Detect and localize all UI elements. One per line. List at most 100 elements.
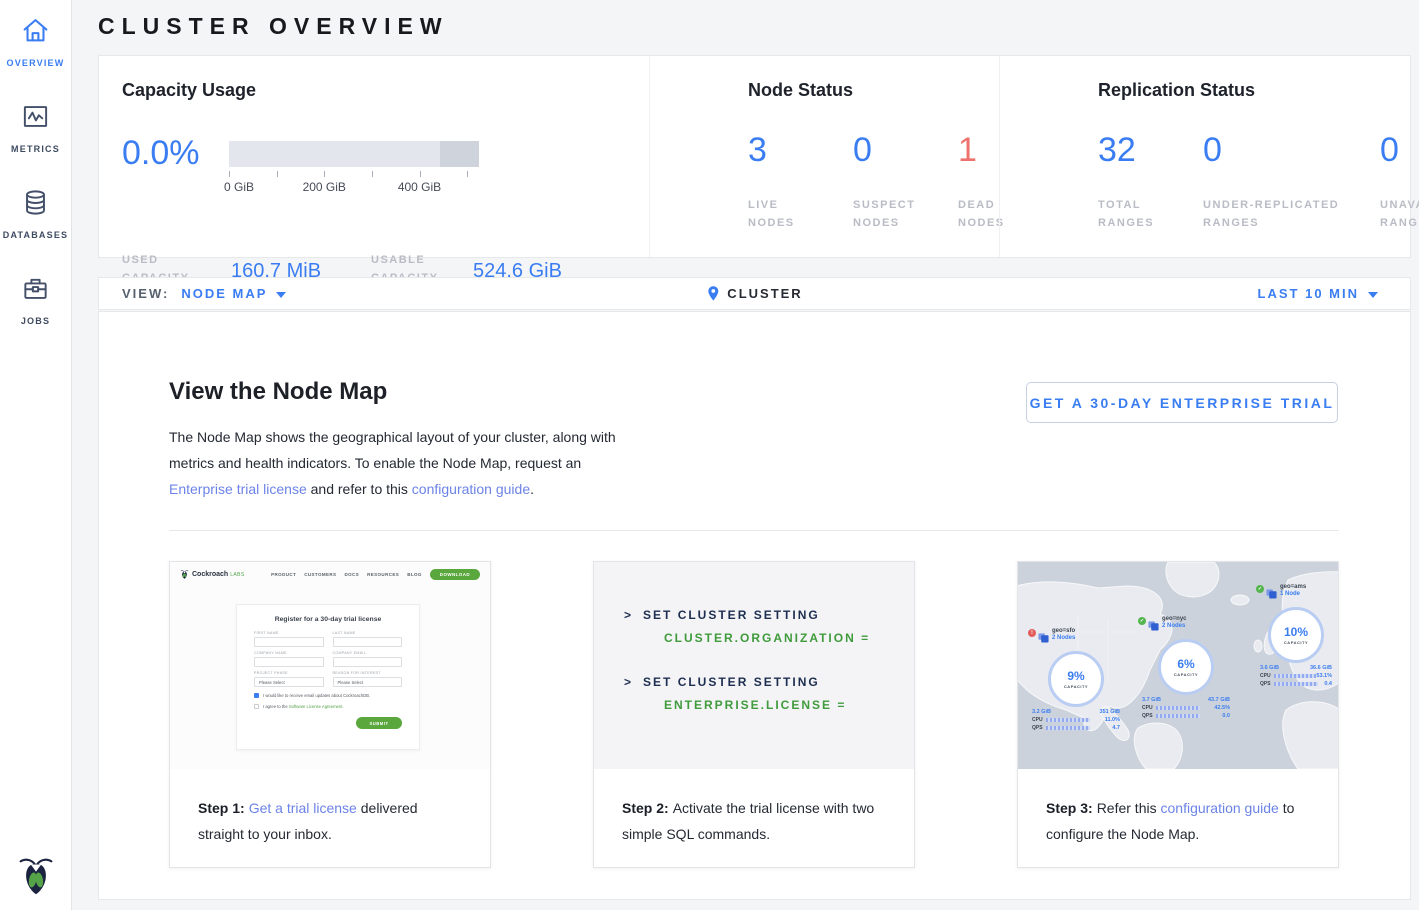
suspect-nodes-value: 0 — [853, 131, 958, 196]
step-text: Refer this — [1097, 800, 1161, 816]
mini-form-title: Register for a 30-day trial license — [254, 616, 402, 623]
configuration-guide-link[interactable]: configuration guide — [412, 481, 530, 497]
total-ranges-stat: 32 TOTAL RANGES — [1098, 131, 1203, 232]
capacity-gauge-ticks — [229, 171, 479, 180]
panel-title: View the Node Map — [169, 378, 387, 406]
cluster-breadcrumb-label: CLUSTER — [727, 286, 802, 301]
sidebar-item-databases[interactable]: DATABASES — [3, 188, 68, 240]
region-total: 351 GiB — [1100, 709, 1120, 715]
region-used: 3.6 GiB — [1260, 665, 1279, 671]
mini-nav-item: DOCS — [344, 572, 359, 577]
node-map-panel: View the Node Map The Node Map shows the… — [98, 311, 1411, 900]
region-name: geo=sfo — [1052, 628, 1075, 634]
node-status-section: Node Status 3 LIVE NODES 0 SUSPECT NODES… — [649, 56, 979, 257]
sidebar-item-metrics[interactable]: METRICS — [11, 102, 60, 154]
live-status-icon: ✓ — [1256, 585, 1264, 593]
sidebar-item-label: METRICS — [11, 144, 60, 154]
capacity-ring: 9%CAPACITY — [1048, 651, 1104, 707]
description-text: . — [530, 481, 534, 497]
mini-text-input — [254, 637, 324, 647]
qps-meter-label: QPS — [1032, 725, 1046, 731]
cpu-meter-value: 53.1% — [1316, 673, 1332, 679]
region-used: 3.7 GiB — [1142, 697, 1161, 703]
mini-checkbox-label: I would like to receive email updates ab… — [263, 693, 370, 698]
step-3-card: ! geo=sfo2 Nodes 9%CAPACITY 3.2 GiB351 G… — [1017, 561, 1339, 868]
mini-select: Please Select — [333, 677, 403, 687]
region-capacity-label: CAPACITY — [1174, 672, 1198, 677]
region-node-count: 2 Nodes — [1052, 635, 1075, 641]
enterprise-trial-license-link[interactable]: Enterprise trial license — [169, 481, 307, 497]
location-pin-icon — [706, 285, 719, 302]
mini-text-input — [333, 637, 403, 647]
sidebar-item-overview[interactable]: OVERVIEW — [7, 16, 65, 68]
sql-prompt: > — [624, 675, 633, 689]
dead-status-icon: ! — [1028, 629, 1036, 637]
total-ranges-label: TOTAL RANGES — [1098, 196, 1178, 232]
registration-screenshot: Cockroach LABS PRODUCT CUSTOMERS DOCS RE… — [170, 562, 490, 769]
cluster-summary-bar: Capacity Usage 0.0% 0 GiB 200 GiB 400 Gi… — [98, 55, 1411, 258]
mini-field-label: LAST NAME — [333, 631, 403, 635]
mini-checkbox-checked — [254, 693, 259, 698]
mini-field-label: COMPANY EMAIL — [333, 651, 403, 655]
replication-status-section: Replication Status 32 TOTAL RANGES 0 UND… — [999, 56, 1412, 257]
mini-license-link: Software License Agreement. — [289, 704, 344, 709]
view-selector-value: NODE MAP — [181, 286, 267, 301]
mini-field-label: REASON FOR INTEREST — [333, 671, 403, 675]
chevron-down-icon — [276, 292, 286, 298]
under-replicated-ranges-label: UNDER-REPLICATED RANGES — [1203, 196, 1368, 232]
total-ranges-value: 32 — [1098, 131, 1203, 196]
mini-checkbox-label: I agree to the — [263, 704, 289, 709]
unavailable-ranges-value: 0 — [1380, 131, 1419, 196]
time-range-dropdown[interactable]: LAST 10 MIN — [1258, 286, 1378, 301]
map-region-ams: ✓ geo=ams1 Node 10%CAPACITY 3.6 GiB36.6 … — [1256, 584, 1336, 687]
view-toolbar: VIEW: NODE MAP CLUSTER LAST 10 MIN — [98, 277, 1411, 310]
get-trial-license-link[interactable]: Get a trial license — [249, 800, 357, 816]
region-capacity-percent: 6% — [1177, 657, 1194, 671]
panel-description: The Node Map shows the geographical layo… — [169, 424, 637, 502]
step-1-card: Cockroach LABS PRODUCT CUSTOMERS DOCS RE… — [169, 561, 491, 868]
capacity-gauge-dark-segment — [440, 141, 479, 167]
sql-commands-image: >SET CLUSTER SETTING CLUSTER.ORGANIZATIO… — [594, 562, 914, 769]
mini-nav-item: RESOURCES — [367, 572, 399, 577]
region-name: geo=nyc — [1162, 616, 1187, 622]
step-label: Step 2: — [622, 800, 669, 816]
view-selector-dropdown[interactable]: NODE MAP — [181, 286, 286, 301]
sql-command: SET CLUSTER SETTING — [643, 675, 820, 689]
home-icon — [21, 16, 50, 50]
live-nodes-value: 3 — [748, 131, 853, 196]
mini-logo-text: Cockroach — [192, 571, 228, 578]
live-nodes-stat: 3 LIVE NODES — [748, 131, 853, 232]
cpu-meter-label: CPU — [1260, 673, 1274, 679]
sql-prompt: > — [624, 608, 633, 622]
metrics-icon — [21, 102, 50, 136]
cpu-meter-value: 42.5% — [1214, 705, 1230, 711]
chevron-down-icon — [1368, 292, 1378, 298]
step-2-caption: Step 2:Activate the trial license with t… — [594, 769, 914, 847]
sidebar-item-label: JOBS — [21, 316, 50, 326]
cpu-meter-label: CPU — [1032, 717, 1046, 723]
region-node-count: 1 Node — [1280, 591, 1306, 597]
configuration-guide-link[interactable]: configuration guide — [1161, 800, 1279, 816]
unavailable-ranges-label: UNAVAILABLE RANGES — [1380, 196, 1419, 232]
page-title: CLUSTER OVERVIEW — [98, 13, 449, 40]
tick-label: 400 GiB — [398, 180, 441, 194]
qps-meter-value: 0.4 — [1324, 681, 1332, 687]
mini-download-button: DOWNLOAD — [430, 569, 480, 580]
description-text: and refer to this — [307, 481, 412, 497]
map-region-nyc: ✓ geo=nyc2 Nodes 6%CAPACITY 3.7 GiB43.7 … — [1138, 616, 1234, 719]
enterprise-trial-button[interactable]: GET A 30-DAY ENTERPRISE TRIAL — [1026, 382, 1338, 423]
region-capacity-label: CAPACITY — [1064, 684, 1088, 689]
sidebar-item-jobs[interactable]: JOBS — [21, 274, 50, 326]
qps-meter-label: QPS — [1260, 681, 1274, 687]
tick-label: 200 GiB — [303, 180, 346, 194]
mini-nav-item: PRODUCT — [271, 572, 296, 577]
capacity-gauge: 0 GiB 200 GiB 400 GiB — [229, 141, 479, 194]
view-label: VIEW: — [122, 286, 169, 301]
capacity-ring: 6%CAPACITY — [1158, 639, 1214, 695]
mini-site-nav: PRODUCT CUSTOMERS DOCS RESOURCES BLOG DO… — [271, 569, 480, 580]
mini-field-label: FIRST NAME — [254, 631, 324, 635]
region-capacity-percent: 10% — [1284, 625, 1308, 639]
mini-submit-button: SUBMIT — [356, 717, 402, 729]
capacity-gauge-bar — [229, 141, 479, 167]
mini-checkbox-unchecked — [254, 704, 259, 709]
